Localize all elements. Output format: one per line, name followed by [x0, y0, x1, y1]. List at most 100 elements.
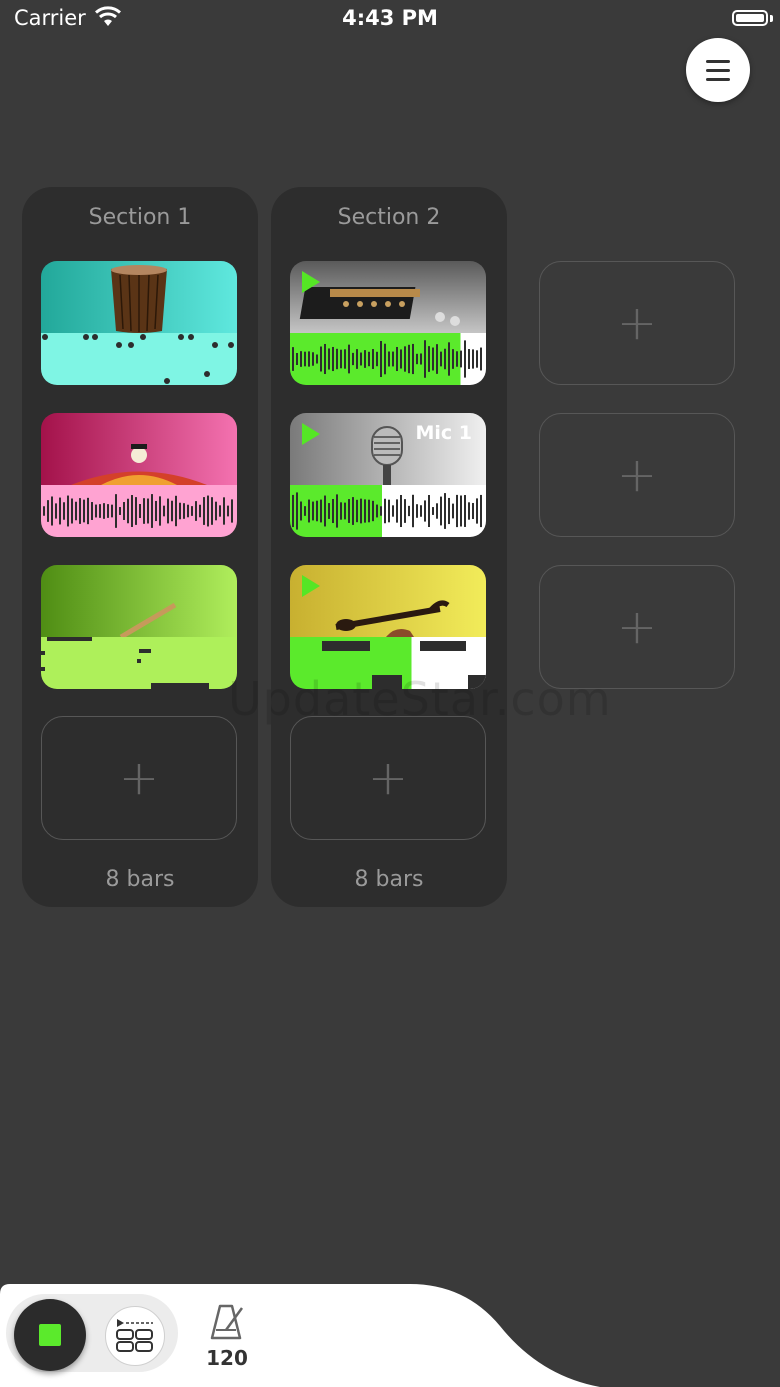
waveform-bar [316, 354, 318, 364]
waveform-bar [448, 497, 450, 525]
waveform-bar [428, 346, 430, 372]
section-length: 8 bars [105, 867, 175, 892]
add-clip-button[interactable]: + [41, 716, 237, 840]
waveform-bar [227, 505, 229, 517]
waveform-bar [115, 494, 117, 528]
waveform-bar [155, 500, 157, 522]
waveform-bar [384, 343, 386, 375]
waveform-bar [428, 495, 430, 527]
waveform-bar [159, 496, 161, 526]
waveform-bar [223, 497, 225, 525]
waveform-bar [300, 351, 302, 367]
clip-flute[interactable] [41, 565, 237, 689]
waveform-bar [131, 495, 133, 527]
menu-button[interactable] [686, 38, 750, 102]
waveform-bar [392, 505, 394, 517]
waveform-bar [468, 502, 470, 520]
waveform-bar [424, 500, 426, 522]
waveform-bar [408, 344, 410, 374]
clip-string[interactable] [290, 565, 486, 689]
waveform-bar [304, 351, 306, 367]
waveform-bar [400, 349, 402, 369]
waveform-bar [95, 504, 97, 518]
waveform-bar [328, 503, 330, 519]
waveform-bar [231, 499, 233, 523]
waveform-bar [43, 506, 45, 516]
waveform-bar [199, 504, 201, 518]
section-length: 8 bars [354, 867, 424, 892]
performer-thumbnail [41, 413, 237, 485]
instrument-thumbnail [290, 565, 486, 637]
arrangement-button[interactable] [105, 1306, 165, 1366]
waveform-bar [400, 494, 402, 528]
clip-mic[interactable]: Mic 1 [290, 413, 486, 537]
waveform-bar [195, 501, 197, 521]
waveform-bar [308, 351, 310, 367]
waveform-bar [219, 505, 221, 517]
waveform-bar [440, 496, 442, 526]
waveform-bar [179, 502, 181, 520]
waveform-bar [444, 348, 446, 370]
add-clip-button[interactable]: + [539, 413, 735, 537]
hamburger-icon-line [706, 69, 730, 72]
waveform-bar [444, 493, 446, 529]
waveform-bar [163, 505, 165, 517]
waveform-bar [191, 506, 193, 516]
section-title: Section 2 [337, 205, 441, 230]
waveform-bar [420, 505, 422, 517]
clip-vocal[interactable] [41, 413, 237, 537]
waveform-bar [296, 492, 298, 530]
waveform-bar [376, 504, 378, 518]
waveform-bar [468, 349, 470, 369]
waveform-bar [51, 496, 53, 526]
waveform-bar [107, 504, 109, 518]
play-icon[interactable] [302, 423, 320, 445]
waveform-bar [384, 498, 386, 524]
play-icon[interactable] [302, 271, 320, 293]
clip-drum[interactable] [41, 261, 237, 385]
waveform-bar [420, 353, 422, 365]
waveform-bar [388, 499, 390, 523]
waveform-bar [312, 352, 314, 366]
waveform-bar [416, 504, 418, 518]
add-clip-button[interactable]: + [539, 261, 735, 385]
tempo-bpm[interactable]: 120 [205, 1346, 249, 1370]
waveform-bar [167, 498, 169, 524]
plus-icon: + [367, 750, 409, 806]
waveform-bar [336, 348, 338, 370]
waveform-bar [404, 499, 406, 523]
waveform-bar [67, 495, 69, 527]
waveform-bar [480, 494, 482, 528]
waveform-bar [364, 499, 366, 523]
waveform-bar [63, 502, 65, 520]
waveform-bar [187, 504, 189, 518]
waveform-bar [203, 497, 205, 525]
waveform-bar [364, 350, 366, 368]
waveform-bar [87, 497, 89, 525]
stop-button[interactable] [14, 1299, 86, 1371]
waveform-bar [368, 351, 370, 367]
waveform-bar [456, 351, 458, 367]
waveform-bar [292, 347, 294, 371]
waveform-bar [388, 351, 390, 367]
waveform-bar [432, 347, 434, 371]
status-bar: Carrier 4:43 PM [0, 0, 780, 40]
waveform-bar [59, 497, 61, 525]
add-clip-button[interactable]: + [539, 565, 735, 689]
metronome-icon[interactable] [208, 1302, 248, 1342]
watermark: UpdateStar.com [228, 672, 612, 726]
vocal-waveform [41, 485, 237, 537]
waveform-bar [360, 498, 362, 524]
waveform-bar [47, 500, 49, 522]
clip-synth[interactable] [290, 261, 486, 385]
add-clip-button[interactable]: + [290, 716, 486, 840]
waveform-bar [436, 503, 438, 519]
synth-thumbnail [290, 261, 486, 333]
battery-icon [732, 10, 768, 26]
waveform-bar [328, 348, 330, 370]
waveform-bar [119, 507, 121, 515]
waveform-bar [348, 499, 350, 523]
play-icon[interactable] [302, 575, 320, 597]
waveform-bar [123, 502, 125, 520]
waveform-bar [352, 352, 354, 366]
